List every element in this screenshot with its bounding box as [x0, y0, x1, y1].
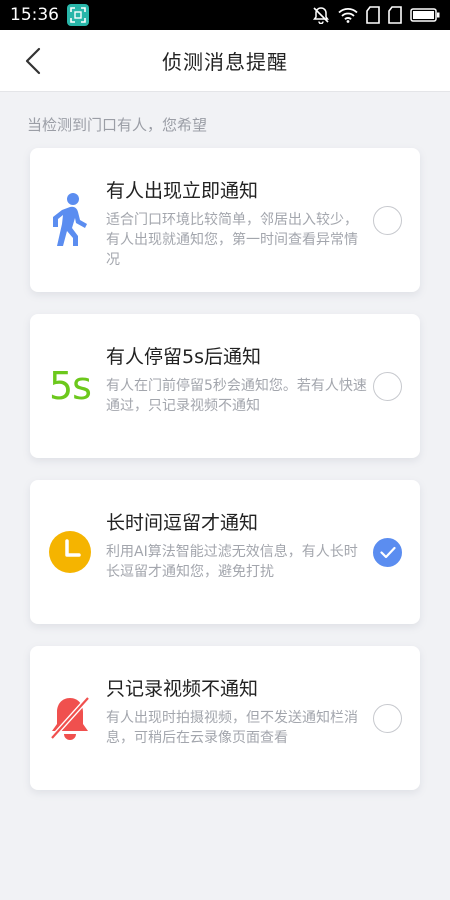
battery-icon [410, 8, 440, 22]
option-card-immediate[interactable]: 有人出现立即通知 适合门口环境比较简单，邻居出入较少，有人出现就通知您，第一时间… [30, 148, 420, 292]
nav-bar: 侦测消息提醒 [0, 30, 450, 92]
scan-app-icon [67, 4, 89, 26]
option-description: 有人在门前停留5秒会通知您。若有人快速通过，只记录视频不通知 [106, 378, 367, 414]
option-title: 有人出现立即通知 [106, 180, 259, 202]
five-seconds-label: 5s [49, 364, 92, 408]
option-description: 利用AI算法智能过滤无效信息，有人长时长逗留才通知您，避免打扰 [106, 544, 358, 580]
status-time: 15:36 [10, 5, 59, 25]
section-hint: 当检测到门口有人，您希望 [27, 116, 208, 134]
chevron-left-icon [25, 47, 41, 75]
wifi-icon [338, 8, 358, 23]
notification-off-icon [313, 7, 329, 24]
status-bar: 15:36 [0, 0, 450, 30]
option-card-record-only[interactable]: 只记录视频不通知 有人出现时拍摄视频，但不发送通知栏消息，可稍后在云录像页面查看 [30, 646, 420, 790]
sim-card-2-icon [388, 6, 402, 24]
bell-off-icon [42, 686, 98, 750]
option-radio[interactable] [373, 372, 402, 401]
option-description: 有人出现时拍摄视频，但不发送通知栏消息，可稍后在云录像页面查看 [106, 710, 358, 746]
five-seconds-icon: 5s [42, 354, 98, 418]
check-icon [380, 546, 396, 559]
page-title: 侦测消息提醒 [162, 50, 288, 74]
option-title: 只记录视频不通知 [106, 678, 259, 700]
option-radio-selected[interactable] [373, 538, 402, 567]
status-icons [312, 6, 440, 24]
clock-icon [42, 520, 98, 584]
sim-card-1-icon [366, 6, 380, 24]
option-radio[interactable] [373, 704, 402, 733]
option-description: 适合门口环境比较简单，邻居出入较少，有人出现就通知您，第一时间查看异常情况 [106, 212, 358, 268]
option-card-long-stay[interactable]: 长时间逗留才通知 利用AI算法智能过滤无效信息，有人长时长逗留才通知您，避免打扰 [30, 480, 420, 624]
option-title: 长时间逗留才通知 [106, 512, 259, 534]
walking-person-icon [42, 188, 98, 252]
option-card-5s-delay[interactable]: 5s 有人停留5s后通知 有人在门前停留5秒会通知您。若有人快速通过，只记录视频… [30, 314, 420, 458]
option-radio[interactable] [373, 206, 402, 235]
option-title: 有人停留5s后通知 [106, 346, 261, 368]
back-button[interactable] [16, 44, 50, 78]
